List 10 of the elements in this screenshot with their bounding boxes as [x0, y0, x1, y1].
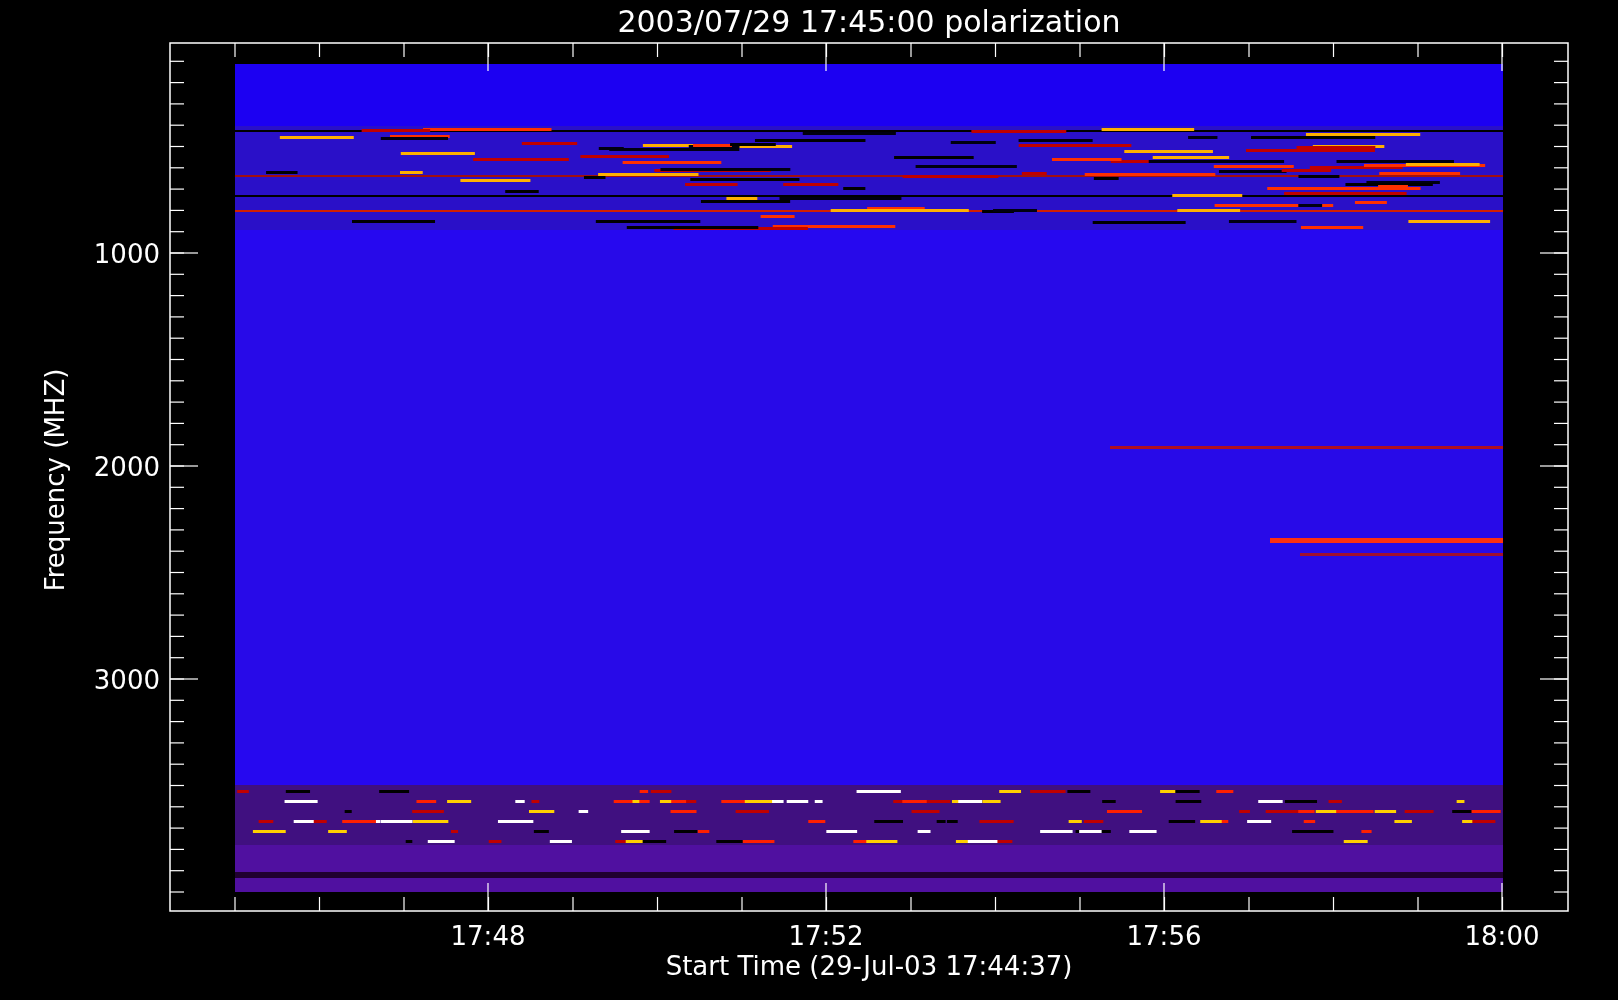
chart-title: 2003/07/29 17:45:00 polarization [617, 4, 1121, 39]
x-tick-label: 18:00 [1464, 921, 1540, 951]
y-tick-label: 3000 [93, 665, 160, 695]
x-tick-label: 17:48 [450, 921, 526, 951]
x-tick-label: 17:52 [788, 921, 864, 951]
y-axis-label: Frequency (MHZ) [40, 368, 70, 592]
y-tick-label: 2000 [93, 452, 160, 482]
x-axis-label: Start Time (29-Jul-03 17:44:37) [665, 951, 1073, 981]
x-tick-label: 17:56 [1126, 921, 1202, 951]
y-tick-label: 1000 [93, 239, 160, 269]
